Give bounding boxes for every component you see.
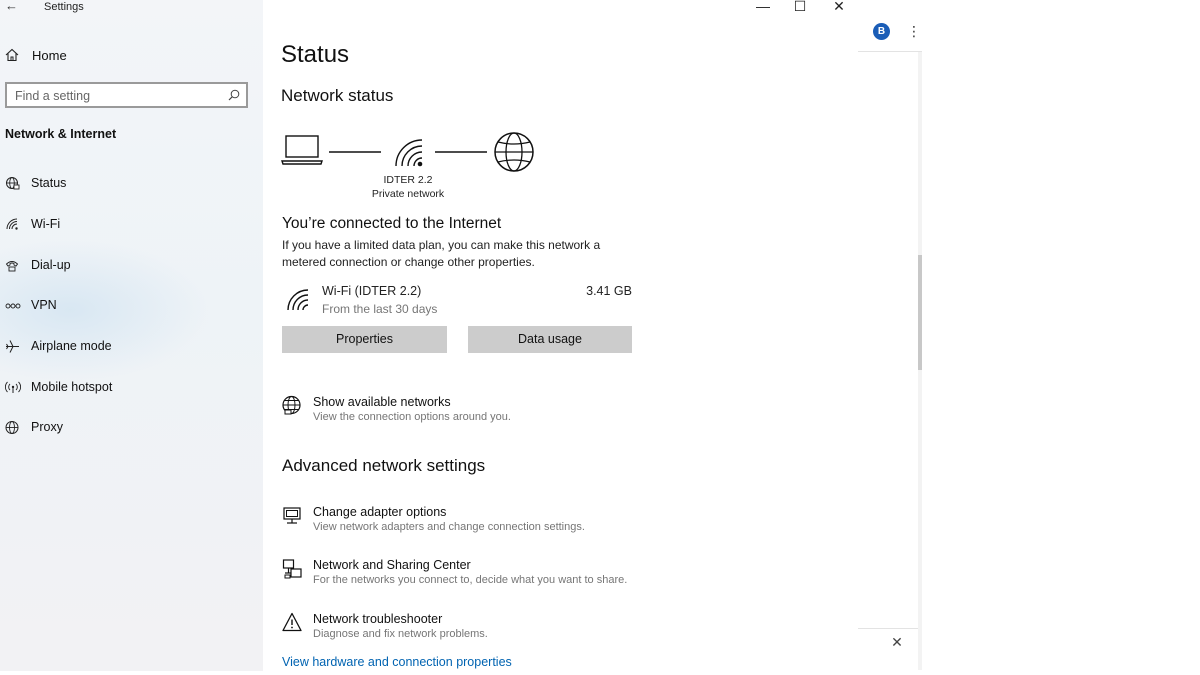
settings-window: ← Settings Home Find a setting Network &…	[0, 0, 858, 671]
connection-title: You’re connected to the Internet	[282, 215, 502, 232]
sidebar-item-dialup[interactable]: Dial-up	[0, 254, 263, 278]
status-globe-icon	[5, 176, 21, 192]
network-type: Private network	[371, 188, 445, 200]
data-usage-button[interactable]: Data usage	[468, 326, 632, 353]
advanced-network-settings-heading: Advanced network settings	[282, 456, 486, 475]
dialup-icon	[5, 258, 21, 274]
sidebar-item-label: Status	[31, 176, 67, 190]
browser-content	[858, 52, 918, 670]
change-adapter-title: Change adapter options	[313, 505, 447, 519]
home-icon	[5, 48, 19, 62]
more-options-icon[interactable]: ⋮	[907, 22, 921, 42]
sidebar-item-status[interactable]: Status	[0, 172, 263, 196]
main-content: — ☐ ✕ Status Network status IDTER 2.2 Pr…	[263, 0, 858, 671]
browser-divider	[858, 628, 918, 629]
sidebar-item-label: Mobile hotspot	[31, 380, 113, 394]
maximize-button[interactable]: ☐	[781, 0, 819, 16]
troubleshooter-title: Network troubleshooter	[313, 612, 443, 626]
network-sharing-center-link[interactable]: Network and Sharing Center For the netwo…	[282, 558, 702, 592]
sidebar-item-label: Home	[32, 48, 67, 63]
change-adapter-options-link[interactable]: Change adapter options View network adap…	[282, 505, 702, 539]
sidebar-item-label: Proxy	[31, 420, 63, 434]
close-icon[interactable]: ✕	[890, 634, 904, 650]
sidebar-item-home[interactable]: Home	[0, 44, 263, 68]
sidebar-item-wifi[interactable]: Wi-Fi	[0, 213, 263, 237]
show-networks-desc: View the connection options around you.	[313, 411, 511, 423]
back-arrow-icon[interactable]: ←	[5, 0, 18, 12]
change-adapter-desc: View network adapters and change connect…	[313, 521, 585, 533]
search-placeholder: Find a setting	[15, 89, 91, 103]
search-icon[interactable]	[228, 89, 240, 101]
laptop-icon	[281, 135, 323, 165]
show-networks-title: Show available networks	[313, 395, 451, 409]
airplane-icon	[5, 339, 21, 355]
title-bar: ← Settings	[0, 0, 263, 16]
background-browser-window: B ⋮ ✕	[858, 0, 1200, 675]
wifi-data-usage: 3.41 GB	[586, 284, 632, 298]
section-title: Network & Internet	[5, 127, 117, 141]
show-available-networks-link[interactable]: Show available networks View the connect…	[282, 395, 702, 429]
search-input[interactable]: Find a setting	[5, 82, 248, 108]
sidebar-item-proxy[interactable]: Proxy	[0, 416, 263, 440]
sharing-center-icon	[282, 558, 304, 580]
connection-description: If you have a limited data plan, you can…	[282, 238, 601, 269]
sidebar-item-label: Airplane mode	[31, 339, 112, 353]
troubleshooter-desc: Diagnose and fix network problems.	[313, 628, 488, 640]
network-status-heading: Network status	[281, 86, 394, 105]
wifi-router-icon	[395, 139, 423, 167]
sidebar-item-airplane-mode[interactable]: Airplane mode	[0, 335, 263, 359]
wifi-period: From the last 30 days	[322, 302, 438, 316]
sidebar-item-label: Dial-up	[31, 258, 71, 272]
internet-globe-icon	[494, 132, 534, 172]
hotspot-icon	[5, 380, 21, 396]
sharing-center-desc: For the networks you connect to, decide …	[313, 574, 628, 586]
sidebar-item-mobile-hotspot[interactable]: Mobile hotspot	[0, 376, 263, 400]
monitor-network-icon	[282, 505, 302, 525]
desktop-area	[922, 0, 1200, 675]
globe-icon	[5, 420, 21, 436]
network-name: IDTER 2.2	[383, 174, 433, 186]
globe-icon	[282, 395, 302, 415]
sidebar: ← Settings Home Find a setting Network &…	[0, 0, 263, 671]
wifi-icon	[286, 288, 310, 312]
properties-button[interactable]: Properties	[282, 326, 447, 353]
sidebar-item-label: VPN	[31, 298, 57, 312]
view-hardware-properties-link[interactable]: View hardware and connection properties	[282, 655, 512, 669]
wifi-network-name: Wi-Fi (IDTER 2.2)	[322, 284, 422, 298]
sidebar-item-vpn[interactable]: VPN	[0, 294, 263, 318]
sharing-center-title: Network and Sharing Center	[313, 558, 471, 572]
page-title: Status	[281, 41, 350, 68]
app-title: Settings	[44, 1, 84, 13]
vpn-icon	[5, 298, 21, 314]
wifi-connection-row: Wi-Fi (IDTER 2.2) From the last 30 days …	[282, 284, 634, 320]
wifi-icon	[5, 217, 21, 233]
close-button[interactable]: ✕	[820, 0, 858, 16]
sidebar-item-label: Wi-Fi	[31, 217, 61, 231]
profile-avatar[interactable]: B	[873, 23, 890, 40]
warning-icon	[282, 612, 302, 632]
network-troubleshooter-link[interactable]: Network troubleshooter Diagnose and fix …	[282, 612, 702, 646]
minimize-button[interactable]: —	[744, 0, 782, 16]
